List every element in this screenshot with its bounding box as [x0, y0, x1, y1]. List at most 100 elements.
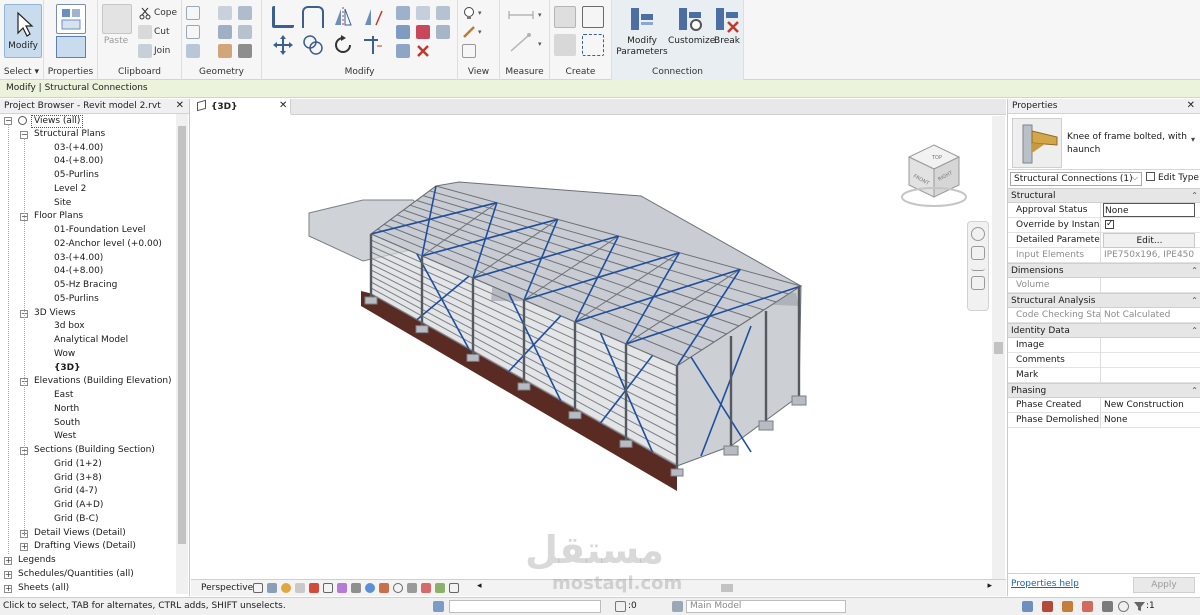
zoom-dropdown-icon[interactable] [971, 265, 985, 271]
close-icon[interactable]: ✕ [176, 100, 184, 111]
tree-item[interactable]: 04-(+8.00) [0, 155, 176, 169]
override-checkbox[interactable] [1105, 218, 1114, 231]
collapse-icon[interactable]: ⌃ [1191, 294, 1198, 308]
design-option-select[interactable]: Main Model [686, 600, 846, 613]
zoom-icon[interactable] [971, 246, 985, 260]
linework-icon[interactable] [462, 25, 476, 39]
tree-item[interactable]: − Floor Plans [0, 210, 176, 224]
type-dropdown-icon[interactable]: ▾ [1191, 135, 1199, 149]
view-tab-3d[interactable]: {3D} ✕ [191, 99, 291, 115]
temporary-hide-icon[interactable] [365, 583, 375, 593]
create-similar-icon[interactable] [582, 34, 604, 56]
dimension-icon[interactable] [508, 32, 534, 54]
create-assembly-icon[interactable] [554, 6, 576, 28]
scroll-left-icon[interactable]: ◂ [477, 581, 482, 591]
tree-item[interactable]: 01-Foundation Level [0, 224, 176, 238]
tree-item[interactable]: − Views (all) [0, 114, 176, 128]
measure-dropdown[interactable]: ▾ [538, 11, 542, 19]
delete-icon[interactable] [416, 44, 430, 58]
tree-item[interactable]: Wow [0, 348, 176, 362]
property-group-header[interactable]: Dimensions ⌃ [1008, 263, 1200, 278]
select-by-face-icon[interactable] [1082, 601, 1093, 612]
sun-path-icon[interactable] [281, 583, 291, 593]
property-value[interactable] [1103, 353, 1195, 368]
view-dropdown-2[interactable]: ▾ [478, 28, 482, 36]
modify-parameters-button[interactable]: Modify Parameters [616, 4, 668, 58]
mirror-axis-icon[interactable] [332, 6, 354, 28]
tree-item[interactable]: 3d box [0, 320, 176, 334]
tree-item[interactable]: + Schedules/Quantities (all) [0, 568, 176, 582]
modify-button[interactable]: Modify [4, 4, 42, 58]
hammer-icon[interactable] [238, 44, 252, 58]
offset-icon[interactable] [302, 6, 324, 28]
viewcube[interactable]: TOP FRONT RIGHT [899, 139, 969, 212]
property-value[interactable] [1103, 218, 1195, 233]
viewport-horizontal-scrollbar[interactable]: ◂ ▸ [477, 581, 992, 593]
tree-item[interactable]: South [0, 417, 176, 431]
collapse-icon[interactable]: ⌃ [1191, 324, 1198, 338]
property-group-header[interactable]: Structural Analysis ⌃ [1008, 293, 1200, 308]
move-icon[interactable] [272, 34, 294, 56]
match-type-icon[interactable] [138, 44, 152, 58]
tree-scroll-thumb[interactable] [178, 126, 186, 544]
worksets-icon[interactable] [433, 601, 444, 612]
scissors-icon[interactable] [138, 6, 152, 20]
tree-item[interactable]: 02-Anchor level (+0.00) [0, 238, 176, 252]
shadows-icon[interactable] [295, 583, 305, 593]
tree-item[interactable]: West [0, 430, 176, 444]
demolish-icon[interactable] [238, 6, 252, 20]
property-value[interactable]: None [1103, 203, 1195, 217]
analytical-model-icon[interactable] [407, 583, 417, 593]
collapse-icon[interactable]: ⌃ [1191, 189, 1198, 203]
tree-item[interactable]: Site [0, 197, 176, 211]
expand-icon[interactable]: + [4, 557, 12, 565]
edit-type-button[interactable]: Edit Type [1146, 172, 1199, 185]
show-crop-icon[interactable] [337, 583, 347, 593]
perspective-label[interactable]: Perspective [201, 583, 253, 593]
expand-icon[interactable]: + [4, 584, 12, 593]
select-dropdown[interactable]: Select ▾ [0, 67, 43, 77]
property-value[interactable] [1103, 368, 1195, 383]
tree-item[interactable]: Grid (3+8) [0, 472, 176, 486]
viewport-vscroll-thumb[interactable] [994, 342, 1003, 354]
tree-item[interactable]: North [0, 403, 176, 417]
property-value[interactable] [1103, 338, 1195, 353]
instance-properties-icon[interactable] [56, 36, 86, 58]
create-group-icon[interactable] [554, 34, 576, 56]
orbit-icon[interactable] [971, 276, 985, 290]
type-selector[interactable]: Knee of frame bolted, with haunch ▾ [1008, 115, 1200, 170]
close-icon[interactable]: ✕ [1187, 100, 1195, 111]
model-canvas[interactable] [191, 116, 991, 579]
tree-item[interactable]: + Detail Views (Detail) [0, 527, 176, 541]
expand-icon[interactable]: + [20, 543, 28, 552]
tree-item[interactable]: Level 2 [0, 183, 176, 197]
beam-join-icon[interactable] [238, 25, 252, 39]
create-parts-icon[interactable] [582, 6, 604, 28]
pin-icon[interactable] [416, 25, 430, 39]
view-properties-icon[interactable] [449, 583, 459, 593]
copy-element-icon[interactable] [302, 34, 324, 56]
geometry-cope-icon[interactable] [186, 6, 200, 20]
property-value[interactable]: None [1103, 413, 1195, 428]
wall-joins-icon[interactable] [218, 25, 232, 39]
tree-item[interactable]: 05-Purlins [0, 293, 176, 307]
tree-item[interactable]: 03-(+4.00) [0, 142, 176, 156]
cope-label[interactable]: Cope [154, 8, 177, 18]
worksharing-icon[interactable] [393, 583, 403, 593]
paint-icon[interactable] [218, 44, 232, 58]
tree-item[interactable]: −3D Views [0, 307, 176, 321]
dimension-dropdown[interactable]: ▾ [538, 40, 542, 48]
design-options-icon[interactable] [672, 601, 683, 612]
expand-icon[interactable]: + [4, 570, 12, 579]
reveal-constraints-icon[interactable] [435, 583, 445, 593]
steering-wheel-icon[interactable] [971, 227, 985, 241]
highlight-displacement-icon[interactable] [421, 583, 431, 593]
property-group-header[interactable]: Identity Data ⌃ [1008, 323, 1200, 338]
reveal-hidden-icon[interactable] [379, 583, 389, 593]
paste-button[interactable]: Paste [102, 4, 132, 54]
drag-elements-icon[interactable] [1102, 601, 1113, 612]
tree-item[interactable]: + Sheets (all) [0, 582, 176, 595]
apply-button[interactable]: Apply [1133, 577, 1195, 593]
tree-item[interactable]: − Structural Plans [0, 128, 176, 142]
override-graphics-icon[interactable] [462, 44, 476, 58]
